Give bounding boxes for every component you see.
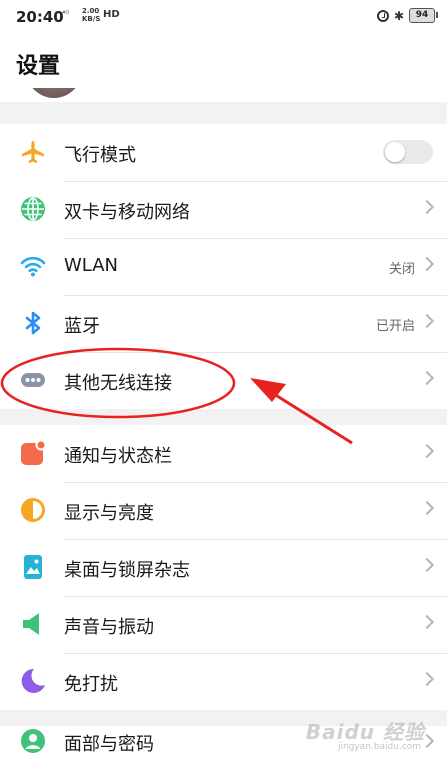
page-title: 设置: [16, 54, 61, 79]
chevron-right-icon: [419, 256, 435, 272]
baidu-watermark-url: jingyan.baidu.com: [337, 742, 421, 752]
bluetooth-icon: [25, 311, 41, 335]
display-row[interactable]: 显示与亮度: [0, 482, 447, 539]
section-gap: [0, 102, 447, 124]
bluetooth-status-icon: ✱: [393, 8, 404, 23]
sound-label: 声音与振动: [64, 617, 154, 638]
dual-sim-row[interactable]: 双卡与移动网络: [0, 181, 447, 238]
airplane-mode-row[interactable]: 飞行模式: [0, 124, 447, 181]
do-not-disturb-row[interactable]: 免打扰: [0, 653, 447, 710]
wlan-label: WLAN: [64, 255, 119, 276]
globe-icon: [21, 197, 45, 221]
baidu-watermark-logo: Baidu 经验: [305, 720, 425, 744]
speaker-icon: [23, 613, 39, 635]
wallpaper-icon: [24, 555, 42, 579]
dual-sim-label: 双卡与移动网络: [64, 202, 190, 223]
bluetooth-label: 蓝牙: [64, 316, 100, 337]
network-speed: 2.00 KB/S: [82, 7, 100, 23]
section-gap: [0, 409, 447, 425]
do-not-disturb-label: 免打扰: [64, 674, 118, 695]
header: 设置: [0, 34, 447, 88]
face-icon: [21, 729, 45, 753]
chevron-right-icon: [419, 557, 435, 573]
bluetooth-status: 已开启: [375, 319, 415, 334]
airplane-mode-toggle[interactable]: [383, 140, 433, 164]
network-type-icon: ⁴ᴳ: [62, 9, 70, 18]
wireless-group: 飞行模式 双卡与移动网络 WLAN 关闭 蓝牙 已开启 其他无线连接: [0, 124, 447, 409]
brightness-icon: [21, 498, 45, 522]
chevron-right-icon: [419, 199, 435, 215]
profile-card[interactable]: [0, 88, 447, 102]
status-bar: 20:40 ⁴ᴳ 2.00 KB/S HD ✱ 94: [0, 0, 447, 34]
chevron-right-icon: [419, 313, 435, 329]
more-dots-icon: [21, 373, 45, 387]
wlan-status: 关闭: [388, 262, 415, 277]
chevron-right-icon: [419, 614, 435, 630]
display-group: 通知与状态栏 显示与亮度 桌面与锁屏杂志 声音与振动 免打扰: [0, 425, 447, 710]
battery-icon: 94: [409, 8, 438, 23]
status-right-icons: ✱ 94: [376, 8, 438, 23]
hd-icon: HD: [103, 9, 120, 20]
other-wireless-label: 其他无线连接: [64, 373, 172, 394]
wallpaper-row[interactable]: 桌面与锁屏杂志: [0, 539, 447, 596]
face-password-label: 面部与密码: [64, 734, 154, 755]
wlan-row[interactable]: WLAN 关闭: [0, 238, 447, 295]
network-speed-value: 2.00: [82, 7, 100, 15]
display-label: 显示与亮度: [64, 503, 154, 524]
chevron-right-icon: [419, 671, 435, 687]
moon-icon: [21, 668, 45, 693]
notification-icon: [21, 440, 46, 465]
wallpaper-label: 桌面与锁屏杂志: [64, 560, 190, 581]
sound-row[interactable]: 声音与振动: [0, 596, 447, 653]
chevron-right-icon: [419, 500, 435, 516]
avatar[interactable]: [26, 88, 82, 98]
other-wireless-row[interactable]: 其他无线连接: [0, 352, 447, 409]
toggle-knob[interactable]: [385, 142, 405, 162]
status-time: 20:40: [16, 8, 64, 26]
notification-row[interactable]: 通知与状态栏: [0, 425, 447, 482]
network-speed-unit: KB/S: [82, 15, 101, 23]
wifi-icon: [20, 256, 46, 277]
airplane-mode-label: 飞行模式: [64, 145, 136, 166]
chevron-right-icon: [419, 370, 435, 386]
bluetooth-row[interactable]: 蓝牙 已开启: [0, 295, 447, 352]
notification-label: 通知与状态栏: [64, 446, 172, 467]
alarm-icon: [376, 9, 389, 22]
airplane-icon: [22, 141, 44, 163]
chevron-right-icon: [419, 443, 435, 459]
